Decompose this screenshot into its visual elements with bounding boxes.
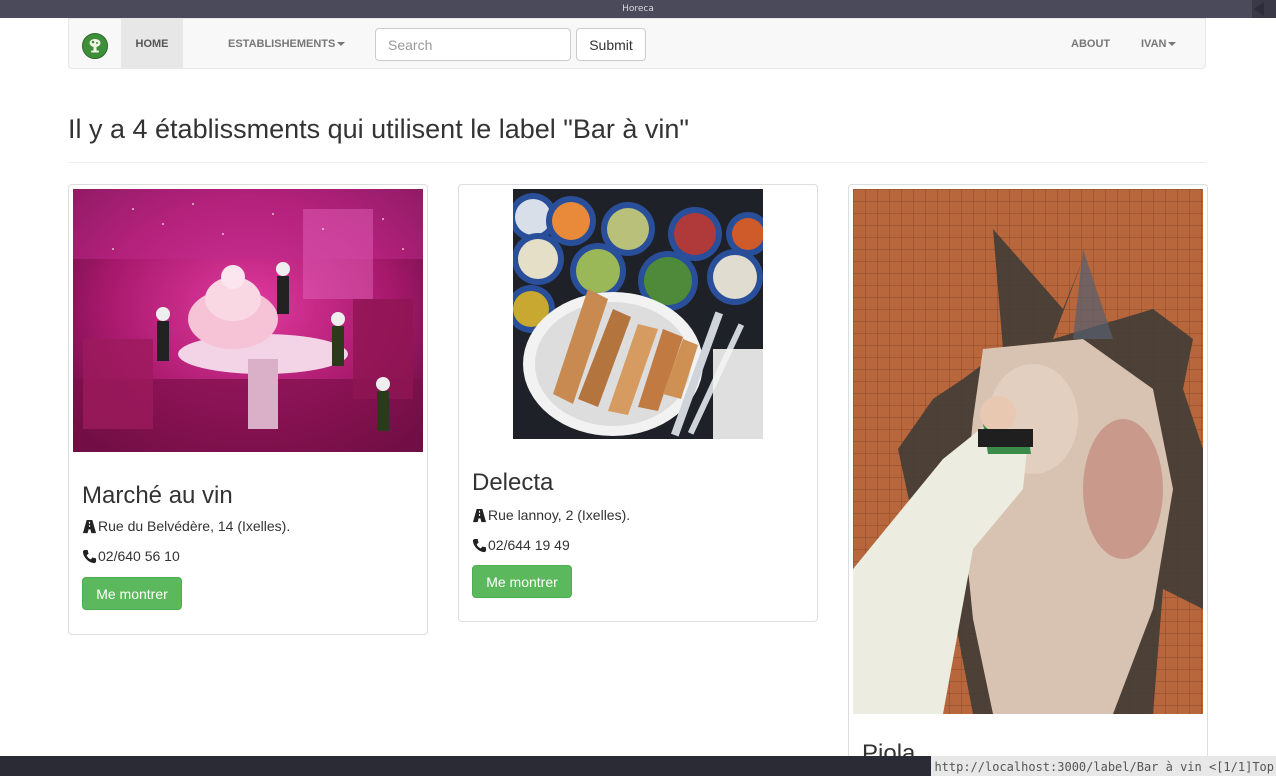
nav-home[interactable]: HOME — [121, 19, 183, 69]
establishment-card: Delecta Rue lannoy, 2 (Ixelles). 02/644 … — [458, 184, 818, 622]
back-arrow-icon[interactable] — [1252, 0, 1276, 18]
establishment-phone: 02/644 19 49 — [472, 537, 570, 553]
page-header: Il y a 4 établissments qui utilisent le … — [68, 110, 1206, 163]
establishment-address: Rue du Belvédère, 14 (Ixelles). — [82, 518, 290, 534]
road-icon — [82, 519, 97, 533]
status-url: http://localhost:3000/label/Bar à vin <[… — [931, 756, 1276, 776]
brand-logo[interactable] — [82, 33, 108, 59]
search-input[interactable] — [375, 28, 571, 61]
nav-user-dropdown[interactable]: IVAN — [1141, 19, 1177, 69]
address-text: Rue lannoy, 2 (Ixelles). — [488, 507, 631, 523]
show-me-button[interactable]: Me montrer — [82, 577, 182, 610]
nav-user-label: IVAN — [1141, 38, 1167, 50]
window-title: Horeca — [622, 4, 654, 14]
establishment-name: Marché au vin — [82, 482, 233, 509]
nav-establishments-dropdown[interactable]: ESTABLISHEMENTS — [228, 19, 346, 69]
establishment-image[interactable] — [513, 189, 763, 439]
nav-establishments-label: ESTABLISHEMENTS — [228, 38, 336, 50]
wine-glass-icon — [89, 39, 101, 53]
show-me-button[interactable]: Me montrer — [472, 565, 572, 598]
establishment-name: Delecta — [472, 469, 554, 496]
road-icon — [472, 508, 487, 522]
establishment-address: Rue lannoy, 2 (Ixelles). — [472, 507, 630, 523]
establishment-image[interactable] — [73, 189, 423, 452]
caret-down-icon — [337, 42, 346, 47]
address-text: Rue du Belvédère, 14 (Ixelles). — [98, 518, 291, 534]
phone-text: 02/640 56 10 — [98, 548, 180, 564]
submit-button[interactable]: Submit — [576, 28, 646, 61]
establishment-image[interactable] — [853, 189, 1203, 714]
status-bar: http://localhost:3000/label/Bar à vin <[… — [0, 756, 1276, 776]
page-title: Il y a 4 établissments qui utilisent le … — [68, 114, 689, 144]
nav-about[interactable]: ABOUT — [1071, 19, 1110, 69]
phone-icon — [472, 538, 487, 552]
establishment-phone: 02/640 56 10 — [82, 548, 180, 564]
establishment-card: Marché au vin Rue du Belvédère, 14 (Ixel… — [68, 184, 428, 635]
top-navbar: HOME ESTABLISHEMENTS Submit ABOUT IVAN — [68, 18, 1206, 69]
caret-down-icon — [1168, 42, 1177, 47]
establishment-card: Piola — [848, 184, 1208, 776]
phone-icon — [82, 549, 97, 563]
window-titlebar: Horeca — [0, 0, 1276, 18]
phone-text: 02/644 19 49 — [488, 537, 570, 553]
